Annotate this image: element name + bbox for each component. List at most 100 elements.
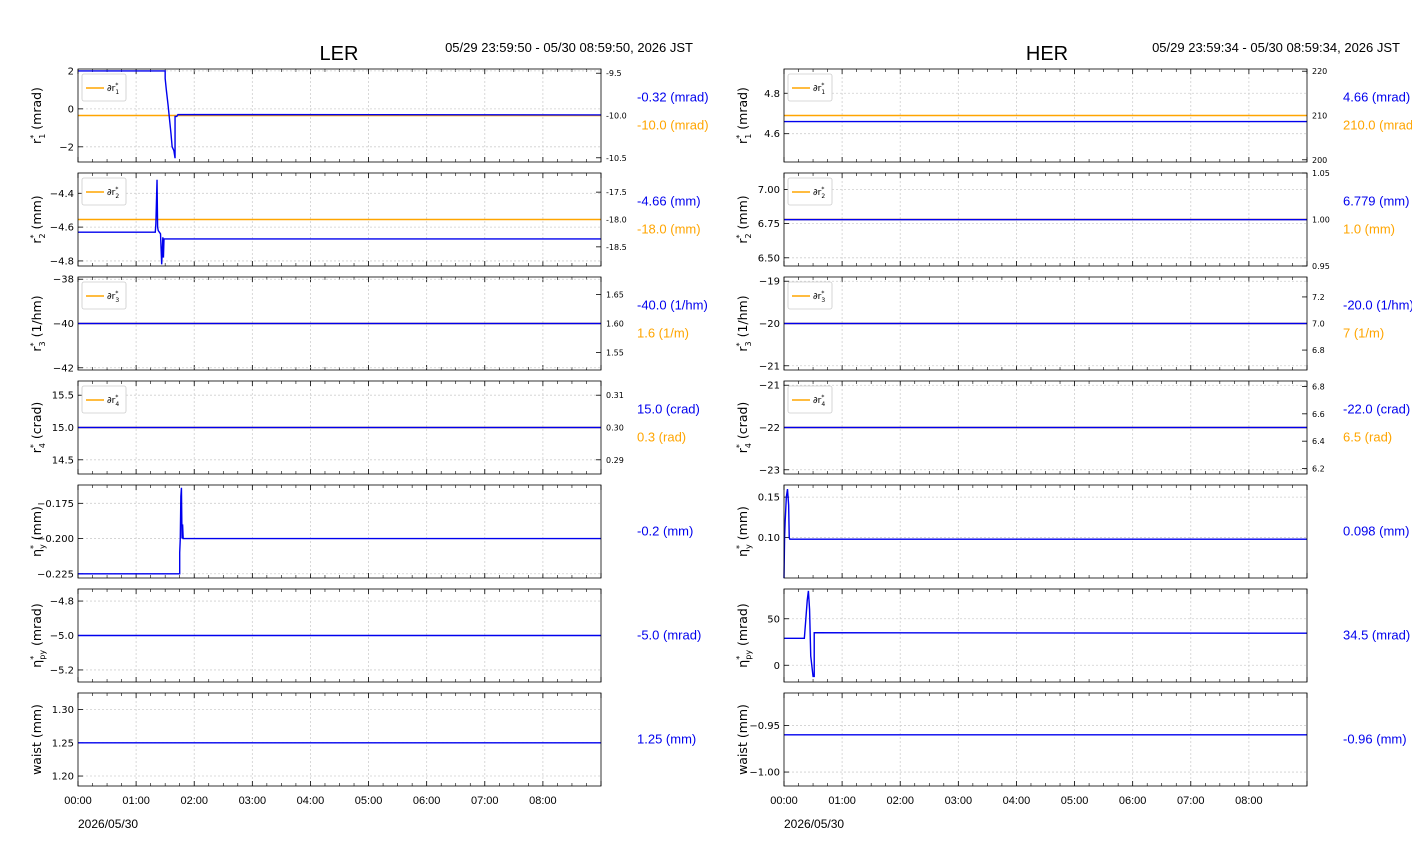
her-panel-1-ylabel: r*1 (mrad) bbox=[735, 87, 753, 144]
ler-panel-1-y2tick-label: -10.0 bbox=[606, 112, 627, 121]
ler-panel-2: −4.4 −4.6 −4.8 -17.5 -18.0 -18.5 ∂r* 2 r*2 (mm) -… bbox=[29, 172, 701, 267]
her-panel-4-ytick-label: −22 bbox=[759, 423, 780, 434]
her-panel-5-value-label: 0.098 (mm) bbox=[1343, 524, 1409, 539]
her-panel-3-y2tick-label: 6.8 bbox=[1312, 346, 1325, 355]
her-panel-4-ylabel: r*4 (crad) bbox=[735, 402, 753, 454]
her-panel-7-xtick-label: 01:00 bbox=[828, 795, 856, 807]
ler-panel-6-ytick-label: −5.2 bbox=[50, 665, 74, 676]
ler-panel-1-ytick-label: 2 bbox=[68, 66, 74, 77]
her-panel-1-y2tick-label: 200 bbox=[1312, 156, 1327, 165]
ler-panel-3-legend: ∂r* 3 bbox=[81, 281, 127, 310]
her-panel-4-value-label: -22.0 (crad) bbox=[1343, 402, 1410, 417]
ler-panel-3-y2tick-label: 1.60 bbox=[606, 320, 624, 329]
her-panel-4: −21 −22 −23 6.8 6.6 6.4 6.2 ∂r* 4 r*4 (crad) -22.0… bbox=[735, 380, 1410, 476]
ler-title: LER bbox=[320, 43, 359, 65]
her-time-range: 05/29 23:59:34 - 05/30 08:59:34, 2026 JS… bbox=[1152, 40, 1400, 55]
ler-panel-3-ytick-label: −38 bbox=[53, 275, 74, 286]
ler-panel-7-xtick-label: 00:00 bbox=[64, 795, 92, 807]
her-panel-1-legend-label: ∂r* 1 bbox=[813, 82, 825, 96]
ler-panel-2-legend: ∂r* 2 bbox=[81, 177, 127, 206]
ler-panel-7-xtick-label: 04:00 bbox=[297, 795, 325, 807]
ler-panel-7-xtick-label: 02:00 bbox=[180, 795, 208, 807]
her-panel-7-xtick-label: 02:00 bbox=[886, 795, 914, 807]
ler-panel-2-y2tick-label: -17.5 bbox=[606, 188, 627, 197]
her-panel-1-ytick-label: 4.8 bbox=[764, 89, 780, 100]
her-panel-2-y2tick-label: 1.00 bbox=[1312, 216, 1330, 225]
ler-panel-7-ytick-label: 1.20 bbox=[52, 772, 74, 783]
ler-panel-2-value-label: -4.66 (mm) bbox=[637, 194, 701, 209]
ler-panel-7-xtick-label: 03:00 bbox=[239, 795, 267, 807]
her-panel-3-value-label: -20.0 (1/hm) bbox=[1343, 298, 1412, 313]
her-panel-7-xtick-label: 04:00 bbox=[1003, 795, 1031, 807]
ler-panel-4-y2tick-label: 0.31 bbox=[606, 391, 624, 400]
ler-panel-6-ytick-label: −5.0 bbox=[50, 631, 74, 642]
her-panel-2-y2tick-label: 1.05 bbox=[1312, 169, 1330, 178]
ler-panel-1-legend-label: ∂r* 1 bbox=[107, 82, 119, 96]
her-panel-7-xtick-label: 03:00 bbox=[945, 795, 973, 807]
ler-panel-1-value2-label: -10.0 (mrad) bbox=[637, 118, 709, 133]
her-panel-6-value-label: 34.5 (mrad) bbox=[1343, 628, 1410, 643]
ler-panel-7-xtick-label: 08:00 bbox=[529, 795, 557, 807]
ler-panel-2-ytick-label: −4.8 bbox=[50, 256, 74, 267]
her-panel-6-plot-area bbox=[784, 589, 1307, 682]
her-panel-3-y2tick-label: 7.2 bbox=[1312, 293, 1325, 302]
ler-panel-7: 1.30 1.25 1.20 waist (mm) 1.25 (mm) 00:00 01:0… bbox=[29, 692, 696, 807]
ler-panel-4-ytick-label: 14.5 bbox=[52, 455, 74, 466]
her-panel-7-value-label: -0.96 (mm) bbox=[1343, 732, 1407, 747]
ler-panel-2-y2tick-label: -18.5 bbox=[606, 243, 627, 252]
ler-time-range: 05/29 23:59:50 - 05/30 08:59:50, 2026 JS… bbox=[445, 40, 693, 55]
her-panel-5-ytick-label: 0.15 bbox=[758, 493, 780, 504]
ler-date-label: 2026/05/30 bbox=[78, 817, 138, 831]
ler-panel-6-value-label: -5.0 (mrad) bbox=[637, 628, 701, 643]
ler-panel-3-ylabel: r*3 (1/hm) bbox=[29, 295, 47, 351]
ler-panel-4-ytick-label: 15.5 bbox=[52, 391, 74, 402]
her-panel-2-ylabel: r*2 (mm) bbox=[735, 195, 753, 243]
her-panel-7-xtick-label: 08:00 bbox=[1235, 795, 1263, 807]
ler-panel-7-value-label: 1.25 (mm) bbox=[637, 732, 696, 747]
her-panel-2-legend: ∂r* 2 bbox=[787, 177, 833, 206]
ler-panel-4-ytick-label: 15.0 bbox=[52, 423, 74, 434]
her-panel-7-xtick-label: 05:00 bbox=[1061, 795, 1089, 807]
her-panel-1-y2tick-label: 220 bbox=[1312, 67, 1327, 76]
her-panel-4-y2tick-label: 6.2 bbox=[1312, 465, 1325, 474]
her-panel-1-value2-label: 210.0 (mrad) bbox=[1343, 118, 1412, 133]
ler-panel-7-ytick-label: 1.30 bbox=[52, 705, 74, 716]
chart-figure: LER 05/29 23:59:50 - 05/30 08:59:50, 202… bbox=[29, 40, 1412, 831]
ler-panel-4-value2-label: 0.3 (rad) bbox=[637, 430, 686, 445]
her-panel-4-legend-label: ∂r* 4 bbox=[813, 394, 825, 408]
ler-panel-4-value-label: 15.0 (crad) bbox=[637, 402, 700, 417]
her-panel-1-y2tick-label: 210 bbox=[1312, 112, 1327, 121]
ler-panel-4-legend-label: ∂r* 4 bbox=[107, 394, 119, 408]
her-panel-7-ytick-label: −0.95 bbox=[749, 721, 780, 732]
her-panel-6-ytick-label: 50 bbox=[767, 614, 780, 625]
ler-panel-2-y2tick-label: -18.0 bbox=[606, 216, 627, 225]
ler-panel-6: −4.8 −5.0 −5.2η*py (mrad) -5.0 (mrad) bbox=[29, 588, 701, 683]
her-panel-4-ytick-label: −23 bbox=[759, 465, 780, 476]
her-panel-2-value-label: 6.779 (mm) bbox=[1343, 194, 1409, 209]
ler-panel-1-y2tick-label: -9.5 bbox=[606, 69, 622, 78]
ler-panel-1-ytick-label: −2 bbox=[59, 142, 74, 153]
her-date-label: 2026/05/30 bbox=[784, 817, 844, 831]
ler-panel-4: 15.5 15.0 14.5 0.31 0.30 0.29 ∂r* 4 r*4 (crad) 15… bbox=[29, 380, 700, 475]
ler-panel-1-legend: ∂r* 1 bbox=[81, 73, 127, 102]
her-panel-7: −0.95 −1.00waist (mm) -0.96 (mm) 00:00 01:00… bbox=[735, 692, 1407, 807]
ler-panel-4-y2tick-label: 0.29 bbox=[606, 456, 624, 465]
her-panel-6: 50 0 η*py (mrad) 34.5 (mrad) bbox=[735, 588, 1410, 683]
ler-panel-2-value2-label: -18.0 (mm) bbox=[637, 222, 701, 237]
her-panel-5-ylabel: η*y (mm) bbox=[735, 506, 753, 557]
ler-panel-7-ylabel: waist (mm) bbox=[29, 704, 44, 775]
ler-panel-1-ytick-label: 0 bbox=[68, 104, 74, 115]
her-panel-3-y2tick-label: 7.0 bbox=[1312, 320, 1325, 329]
her-panel-7-xtick-label: 06:00 bbox=[1119, 795, 1147, 807]
her-panel-2: 7.00 6.75 6.50 1.05 1.00 0.95 ∂r* 2 r*2 (mm) 6.77… bbox=[735, 169, 1409, 271]
ler-panel-2-legend-label: ∂r* 2 bbox=[107, 186, 119, 200]
her-panel-2-value2-label: 1.0 (mm) bbox=[1343, 222, 1395, 237]
her-panel-3-value2-label: 7 (1/m) bbox=[1343, 326, 1384, 341]
her-panel-3: −19 −20 −21 7.2 7.0 6.8 ∂r* 3 r*3 (1/hm) -20.0 (1… bbox=[735, 276, 1412, 372]
ler-panel-4-y2tick-label: 0.30 bbox=[606, 424, 624, 433]
her-panel-7-ylabel: waist (mm) bbox=[735, 704, 750, 775]
ler-panel-3-y2tick-label: 1.55 bbox=[606, 349, 624, 358]
ler-panel-7-xtick-label: 07:00 bbox=[471, 795, 499, 807]
her-panel-4-legend: ∂r* 4 bbox=[787, 385, 833, 414]
her-panel-3-ytick-label: −19 bbox=[759, 277, 780, 288]
